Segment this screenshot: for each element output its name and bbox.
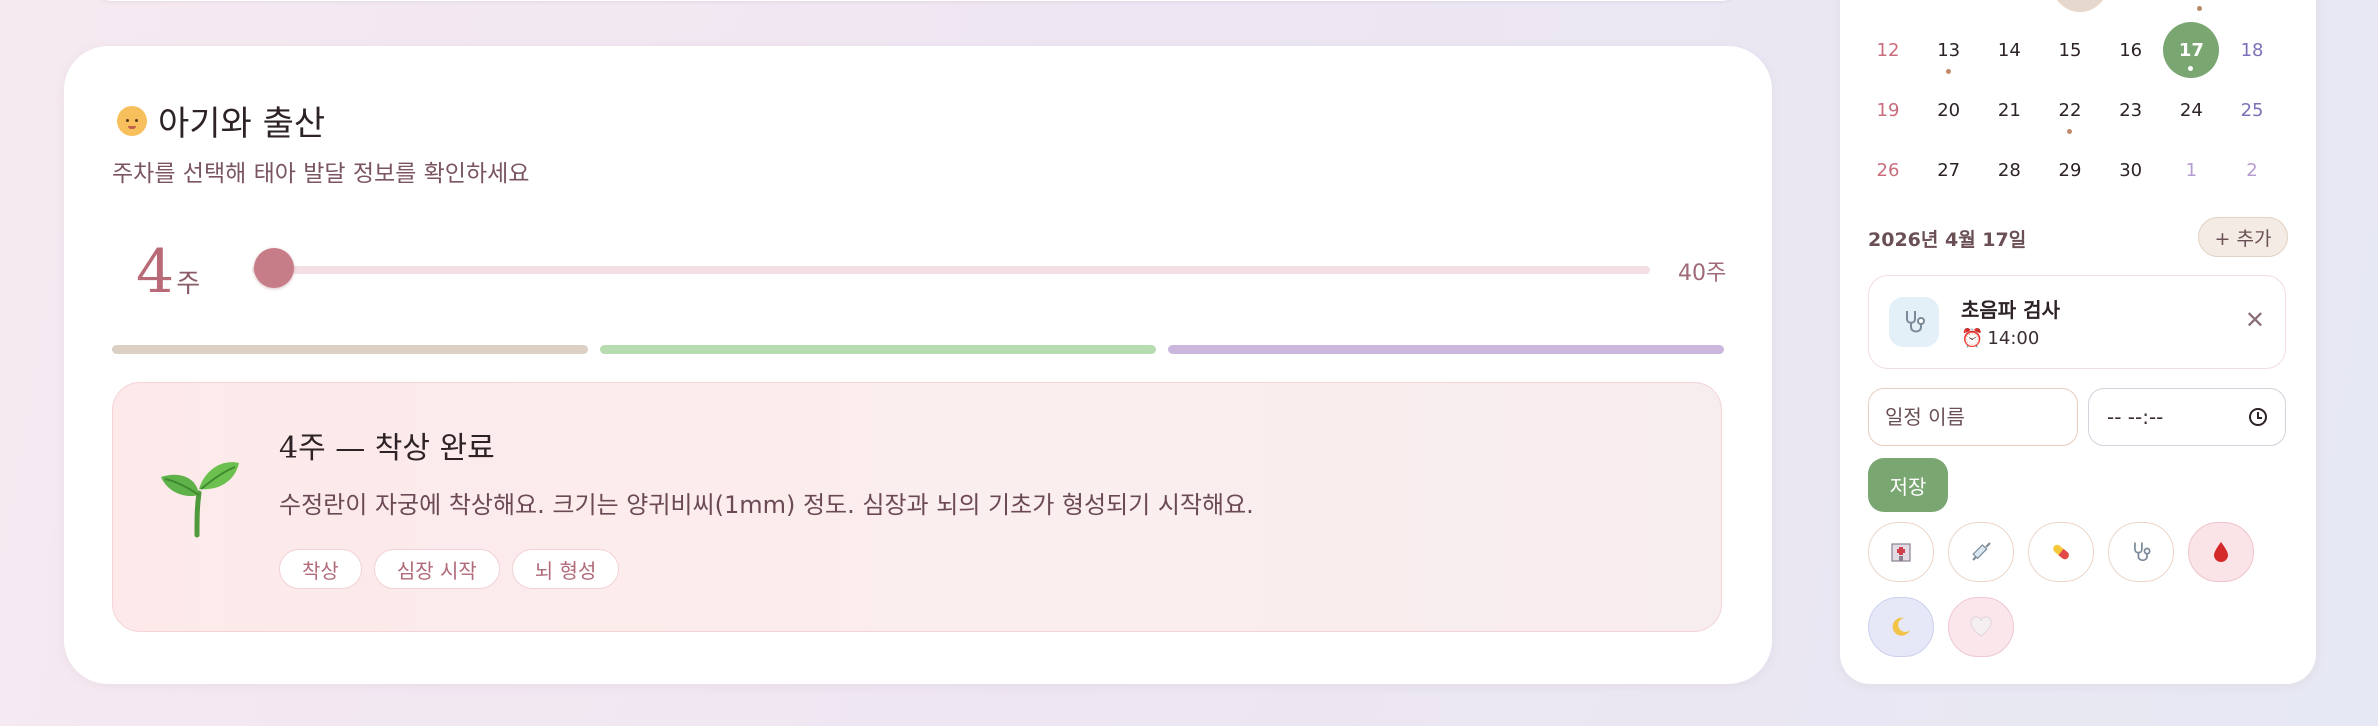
calendar-week-row: 12 13 14 15 16 17 18 bbox=[1858, 20, 2282, 80]
calendar-day[interactable]: 26 bbox=[1858, 140, 1918, 200]
calendar-day[interactable]: 15 bbox=[2040, 20, 2100, 80]
syringe-icon[interactable] bbox=[1948, 522, 2014, 582]
calendar-day[interactable]: 22 bbox=[2040, 80, 2100, 140]
calendar-day[interactable]: 20 bbox=[1919, 80, 1979, 140]
add-event-button[interactable]: + 추가 bbox=[2198, 217, 2288, 257]
calendar-day[interactable]: 23 bbox=[2101, 80, 2161, 140]
calendar-week-row: 19 20 21 22 23 24 25 bbox=[1858, 80, 2282, 140]
calendar-day[interactable]: 2 bbox=[2222, 140, 2282, 200]
max-week-label: 40주 bbox=[1678, 261, 1727, 286]
tag-implantation: 착상 bbox=[279, 549, 362, 589]
calendar-day[interactable]: 13 bbox=[1919, 20, 1979, 80]
heart-icon[interactable] bbox=[1948, 597, 2014, 657]
blood-drop-icon[interactable] bbox=[2188, 522, 2254, 582]
calendar-day[interactable]: 24 bbox=[2161, 80, 2221, 140]
stethoscope-icon[interactable] bbox=[2108, 522, 2174, 582]
calendar-day[interactable]: 29 bbox=[2040, 140, 2100, 200]
event-item[interactable]: 초음파 검사 ⏰ 14:00 ✕ bbox=[1868, 275, 2286, 369]
pill-icon[interactable] bbox=[2028, 522, 2094, 582]
seedling-icon bbox=[161, 462, 239, 538]
card-title: 아기와 출산 bbox=[158, 104, 326, 144]
tag-brain-formation: 뇌 형성 bbox=[511, 549, 620, 589]
tag-heart-start: 심장 시작 bbox=[373, 549, 500, 589]
alarm-clock-icon: ⏰ bbox=[1961, 328, 1984, 349]
calendar-day[interactable]: 18 bbox=[2222, 20, 2282, 80]
week-slider-track[interactable] bbox=[252, 266, 1650, 274]
close-icon[interactable]: ✕ bbox=[2245, 306, 2265, 334]
calendar-day[interactable]: 12 bbox=[1858, 20, 1918, 80]
development-tags: 착상 심장 시작 뇌 형성 bbox=[279, 549, 620, 589]
calendar-day[interactable]: 21 bbox=[1979, 80, 2039, 140]
week-slider-thumb[interactable] bbox=[254, 248, 294, 288]
calendar-day[interactable]: 28 bbox=[1979, 140, 2039, 200]
development-info-card: 4주 — 착상 완료 수정란이 자궁에 착상해요. 크기는 양귀비씨(1mm) … bbox=[112, 382, 1722, 632]
previous-card-edge bbox=[94, 0, 1740, 1]
calendar-day-today[interactable]: 17 bbox=[2163, 22, 2220, 78]
event-time: ⏰ 14:00 bbox=[1961, 328, 2039, 349]
current-week-number: 4 bbox=[136, 237, 175, 307]
event-time-input[interactable]: -- --:-- bbox=[2088, 388, 2286, 446]
stethoscope-icon bbox=[1889, 297, 1939, 347]
calendar-day[interactable]: 30 bbox=[2101, 140, 2161, 200]
trimester-2-bar bbox=[600, 345, 1156, 354]
event-dot bbox=[2188, 66, 2194, 71]
selected-date: 2026년 4월 17일 bbox=[1868, 229, 2027, 251]
development-title: 4주 — 착상 완료 bbox=[279, 431, 495, 466]
calendar-day[interactable]: 25 bbox=[2222, 80, 2282, 140]
previous-row-highlight bbox=[2052, 0, 2108, 12]
moon-icon[interactable] bbox=[1868, 597, 1934, 657]
clock-icon[interactable] bbox=[2249, 408, 2267, 426]
calendar-day[interactable]: 1 bbox=[2161, 140, 2221, 200]
event-name-input[interactable] bbox=[1868, 388, 2078, 446]
event-dot bbox=[2197, 6, 2202, 11]
trimester-1-bar bbox=[112, 345, 588, 354]
current-week-unit: 주 bbox=[176, 269, 201, 299]
save-button[interactable]: 저장 bbox=[1868, 458, 1948, 512]
event-time-value: 14:00 bbox=[1987, 328, 2040, 349]
hospital-icon[interactable] bbox=[1868, 522, 1934, 582]
calendar-day[interactable]: 27 bbox=[1919, 140, 1979, 200]
current-week-display: 4 주 bbox=[136, 242, 200, 302]
event-name: 초음파 검사 bbox=[1961, 298, 2060, 322]
calendar-panel: 12 13 14 15 16 17 18 19 20 21 22 23 24 25 26 27 28 29 30 1 2… bbox=[1840, 0, 2316, 684]
event-dot bbox=[2067, 129, 2072, 134]
development-description: 수정란이 자궁에 착상해요. 크기는 양귀비씨(1mm) 정도. 심장과 뇌의 … bbox=[279, 491, 1254, 519]
time-input-value: -- --:-- bbox=[2107, 405, 2164, 429]
card-header: 아기와 출산 bbox=[112, 96, 325, 145]
calendar-week-row: 26 27 28 29 30 1 2 bbox=[1858, 140, 2282, 200]
baby-icon bbox=[112, 101, 152, 141]
calendar-day[interactable]: 16 bbox=[2101, 20, 2161, 80]
card-subtitle: 주차를 선택해 태아 발달 정보를 확인하세요 bbox=[112, 161, 530, 187]
trimester-3-bar bbox=[1168, 345, 1724, 354]
event-dot bbox=[1945, 69, 1951, 74]
calendar-day[interactable]: 14 bbox=[1979, 20, 2039, 80]
baby-birth-card: 아기와 출산 주차를 선택해 태아 발달 정보를 확인하세요 4 주 40주 4… bbox=[64, 46, 1772, 684]
calendar-day[interactable]: 19 bbox=[1858, 80, 1918, 140]
